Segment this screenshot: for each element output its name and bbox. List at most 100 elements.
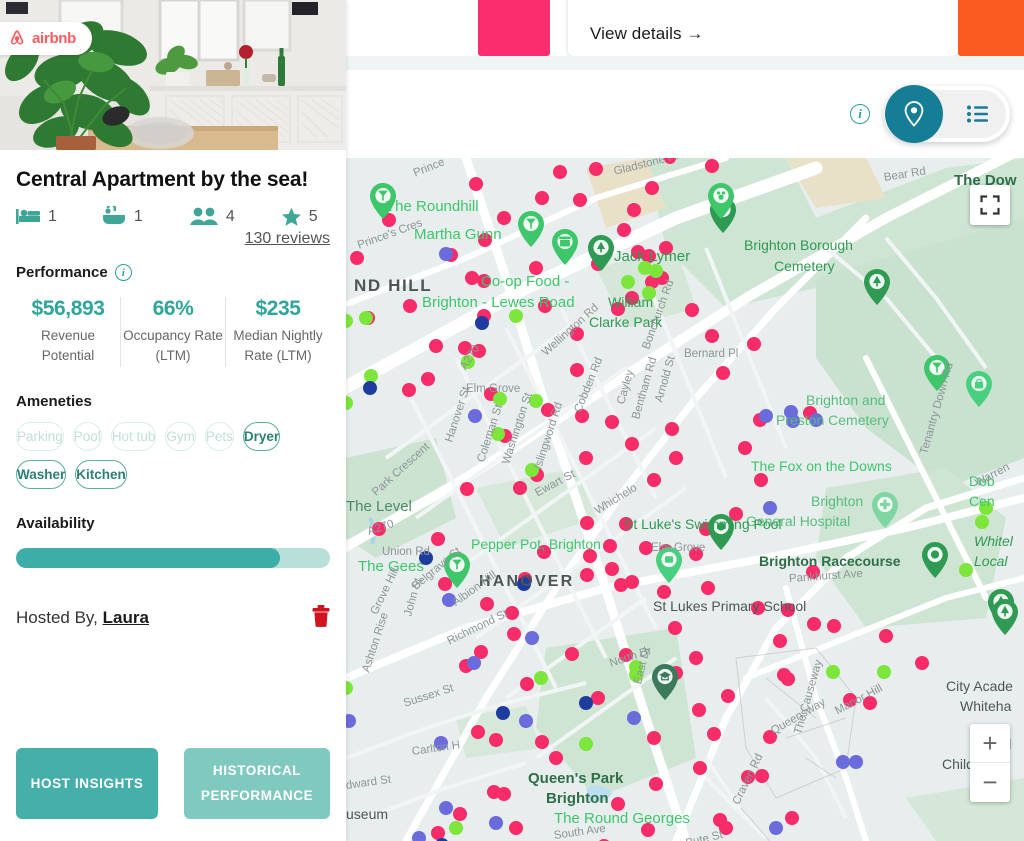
map-street-label: Richmond St	[445, 607, 510, 648]
stat-median-nightly-rate: $235 Median Nightly Rate (LTM)	[225, 297, 330, 367]
list-view-toggle-button[interactable]	[950, 90, 1006, 138]
availability-title: Availability	[16, 514, 95, 532]
map-label: Brighton	[546, 790, 609, 807]
map-street-label: Islingword Rd	[532, 400, 566, 471]
page-title: Central Apartment by the sea!	[16, 168, 309, 191]
map-label: Cemetery	[774, 258, 835, 274]
map-label: useum	[346, 806, 389, 822]
map-label: The Level	[346, 498, 412, 515]
zoom-controls[interactable]: + −	[970, 724, 1010, 802]
map-street-label: Sussex St	[402, 682, 456, 710]
view-details-label: View details →	[590, 24, 704, 43]
map-street-label: Carlton H	[411, 739, 461, 758]
host-row: Hosted By, Laura	[16, 604, 330, 632]
fullscreen-button[interactable]	[970, 185, 1010, 225]
map-label: The Round Georges	[554, 810, 690, 827]
listing-photo[interactable]: airbnb	[0, 0, 346, 150]
map-street-label: Manor Hill	[833, 682, 885, 718]
amenity-chip-hot-tub[interactable]: Hot tub	[110, 421, 157, 451]
map-street-label: Gladstone Pl	[612, 158, 680, 178]
map-street-label: Whichelo	[592, 481, 640, 518]
historical-performance-button[interactable]: HISTORICAL PERFORMANCE	[184, 747, 330, 819]
map-street-label: Bute St	[684, 829, 725, 841]
guests-icon	[189, 207, 218, 226]
map-view-toggle-button[interactable]	[885, 85, 943, 143]
amenity-chip-dryer[interactable]: Dryer	[242, 421, 281, 451]
amenity-chip-parking[interactable]: Parking	[16, 421, 64, 451]
map-label-layer: The Roundhill Martha Gunn Jack Lymer Bright…	[346, 158, 1024, 841]
map-label: St Lukes Primary School	[653, 598, 807, 614]
bathtub-icon	[102, 206, 125, 225]
amenities-list: Parking Pool Hot tub Gym Pets Dryer Washer Kitc…	[16, 421, 330, 489]
host-label: Hosted By, Laura	[16, 608, 149, 628]
delete-listing-button[interactable]	[312, 604, 330, 632]
map-label: Whiteha	[960, 698, 1012, 714]
listing-details: Central Apartment by the sea! 1 1 4 5 13…	[0, 150, 346, 736]
listing-specs: 1 1 4 5	[16, 206, 330, 228]
map-label: Queen's Park	[528, 770, 624, 787]
map-label: Preston Cemetery	[776, 412, 889, 428]
availability-bar-fill	[16, 547, 280, 568]
map-label: Martha Gunn	[414, 226, 502, 243]
view-details-card[interactable]: View details →	[568, 0, 958, 56]
bed-icon	[16, 209, 40, 225]
map-toolbar: i	[346, 70, 1024, 158]
map-street-label: Pankhurst Ave	[788, 567, 864, 585]
reviews-row: 130 reviews	[16, 230, 330, 248]
map-label: Brighton Borough	[744, 237, 853, 253]
sidebar-actions: HOST INSIGHTS HISTORICAL PERFORMANCE	[0, 736, 346, 841]
view-mode-toggle[interactable]	[884, 85, 1010, 143]
trash-icon	[312, 604, 330, 627]
spec-rating-value: 5	[308, 208, 318, 226]
map-street-label: Park Crescent	[369, 440, 433, 499]
amenity-chip-pets[interactable]: Pets	[204, 421, 234, 451]
map-street-label: Tenantry Down Rd	[918, 361, 956, 456]
map-label: Brighton - Lewes Road	[422, 294, 575, 311]
reviews-link[interactable]: 130 reviews	[245, 230, 330, 248]
host-name-link[interactable]: Laura	[103, 608, 149, 627]
map-label: St Luke's Swimming Pool	[624, 516, 782, 532]
spec-guests: 4	[189, 207, 235, 227]
orange-card-block[interactable]	[958, 0, 1024, 56]
map-label: Brighton	[811, 493, 864, 509]
app-root: View details → i The Roundhill Martha Gu…	[0, 0, 1024, 841]
map-label: Co-op Food -	[481, 273, 570, 290]
map-canvas[interactable]: The Roundhill Martha Gunn Jack Lymer Bright…	[346, 158, 1024, 841]
map-street-label: A270	[457, 343, 483, 373]
map-label: Brighton Racecourse	[759, 553, 901, 569]
zoom-out-button[interactable]: −	[970, 763, 1010, 802]
zoom-in-button[interactable]: +	[970, 724, 1010, 763]
host-insights-button[interactable]: HOST INSIGHTS	[16, 747, 159, 819]
map-street-label: A270	[366, 517, 396, 538]
amenity-chip-pool[interactable]: Pool	[72, 421, 102, 451]
performance-info-icon[interactable]: i	[114, 264, 132, 282]
info-icon[interactable]: i	[850, 104, 870, 124]
spec-bedrooms-value: 1	[48, 208, 57, 226]
map-label: William	[608, 294, 654, 310]
pink-card-block[interactable]	[478, 0, 550, 56]
fullscreen-icon	[980, 195, 1000, 215]
amenity-chip-kitchen[interactable]: Kitchen	[75, 459, 127, 489]
map-label: The Roundhill	[386, 198, 479, 215]
amenity-chip-gym[interactable]: Gym	[165, 421, 196, 451]
stat-revenue-potential-label: Revenue Potential	[40, 328, 96, 364]
stat-median-nightly-rate-label: Median Nightly Rate (LTM)	[233, 328, 323, 364]
map-street-label: Cobden Rd	[572, 355, 606, 415]
performance-title: Performance	[16, 264, 108, 282]
listing-sidebar: airbnb Central Apartment by the sea! 1 1…	[0, 0, 346, 841]
spec-bedrooms: 1	[16, 207, 57, 227]
amenity-chip-washer[interactable]: Washer	[16, 459, 67, 489]
airbnb-brand-badge: airbnb	[0, 22, 93, 55]
amenities-title: Ameneties	[16, 392, 92, 410]
performance-stats: $56,893 Revenue Potential 66% Occupancy …	[16, 297, 330, 367]
map-street-label: Union Rd	[382, 546, 430, 558]
spec-guests-value: 4	[225, 208, 235, 226]
stat-occupancy-rate: 66% Occupancy Rate (LTM)	[120, 297, 225, 367]
performance-header: Performance i	[16, 264, 330, 282]
map-street-label: Hanover St	[443, 385, 473, 444]
map-street-label: Elm Grove	[466, 383, 521, 395]
map-street-label: Bear Rd	[883, 165, 927, 184]
map-pin-icon	[904, 101, 924, 127]
stat-occupancy-rate-value: 66%	[152, 297, 194, 321]
list-icon	[967, 105, 988, 123]
